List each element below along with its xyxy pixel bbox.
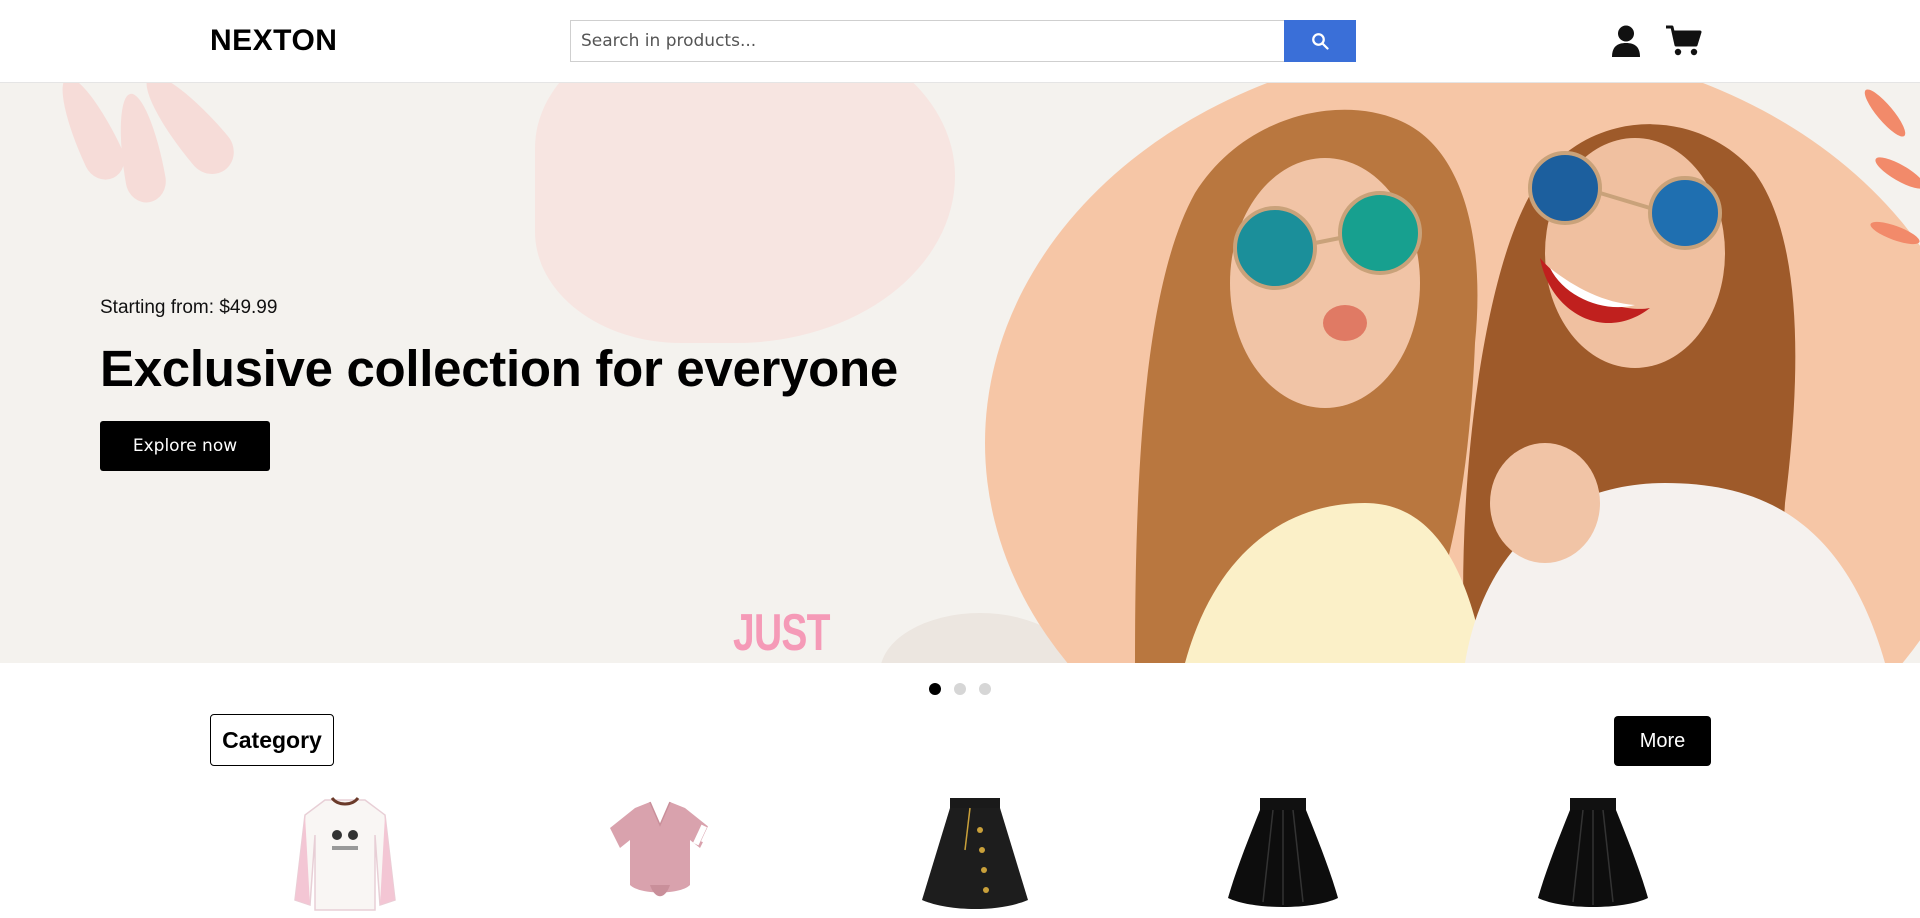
search-icon [1312,33,1329,50]
user-icon [1612,25,1640,57]
cart-icon [1666,25,1702,56]
black-skirt-icon [1538,798,1648,907]
decor-blob [535,83,955,343]
carousel-dot-2[interactable] [954,683,966,695]
hero-title: Exclusive collection for everyone [100,340,898,397]
header-actions [1608,22,1702,60]
decor-text: JUST [733,604,830,662]
pink-tshirt-icon [610,801,714,897]
account-button[interactable] [1608,22,1644,60]
product-item[interactable] [280,790,410,913]
cart-button[interactable] [1666,22,1702,60]
black-skirt-buttons-icon [922,798,1028,909]
models-illustration [1135,89,1920,663]
product-item[interactable] [910,790,1040,913]
hero-subtitle: Starting from: $49.99 [100,297,278,318]
black-skirt-icon [1228,798,1338,907]
product-item[interactable] [595,790,725,913]
pink-sweatshirt-icon [294,796,396,911]
hero-image [985,83,1920,663]
carousel-dot-3[interactable] [979,683,991,695]
search-input[interactable] [570,20,1284,62]
product-item[interactable] [1218,790,1348,913]
site-header: NEXTON [0,0,1920,83]
decor-leaf [48,83,132,187]
carousel-indicators [929,683,991,695]
category-products [210,790,1710,913]
search-bar [570,20,1356,62]
explore-now-button[interactable]: Explore now [100,421,270,471]
hero-banner: JUST Starting from: $49.99 Exclusive col… [0,83,1920,663]
category-heading: Category [210,714,334,766]
more-button[interactable]: More [1614,716,1711,766]
brand-logo[interactable]: NEXTON [210,24,337,58]
carousel-dot-1[interactable] [929,683,941,695]
search-button[interactable] [1284,20,1356,62]
product-item[interactable] [1528,790,1658,913]
